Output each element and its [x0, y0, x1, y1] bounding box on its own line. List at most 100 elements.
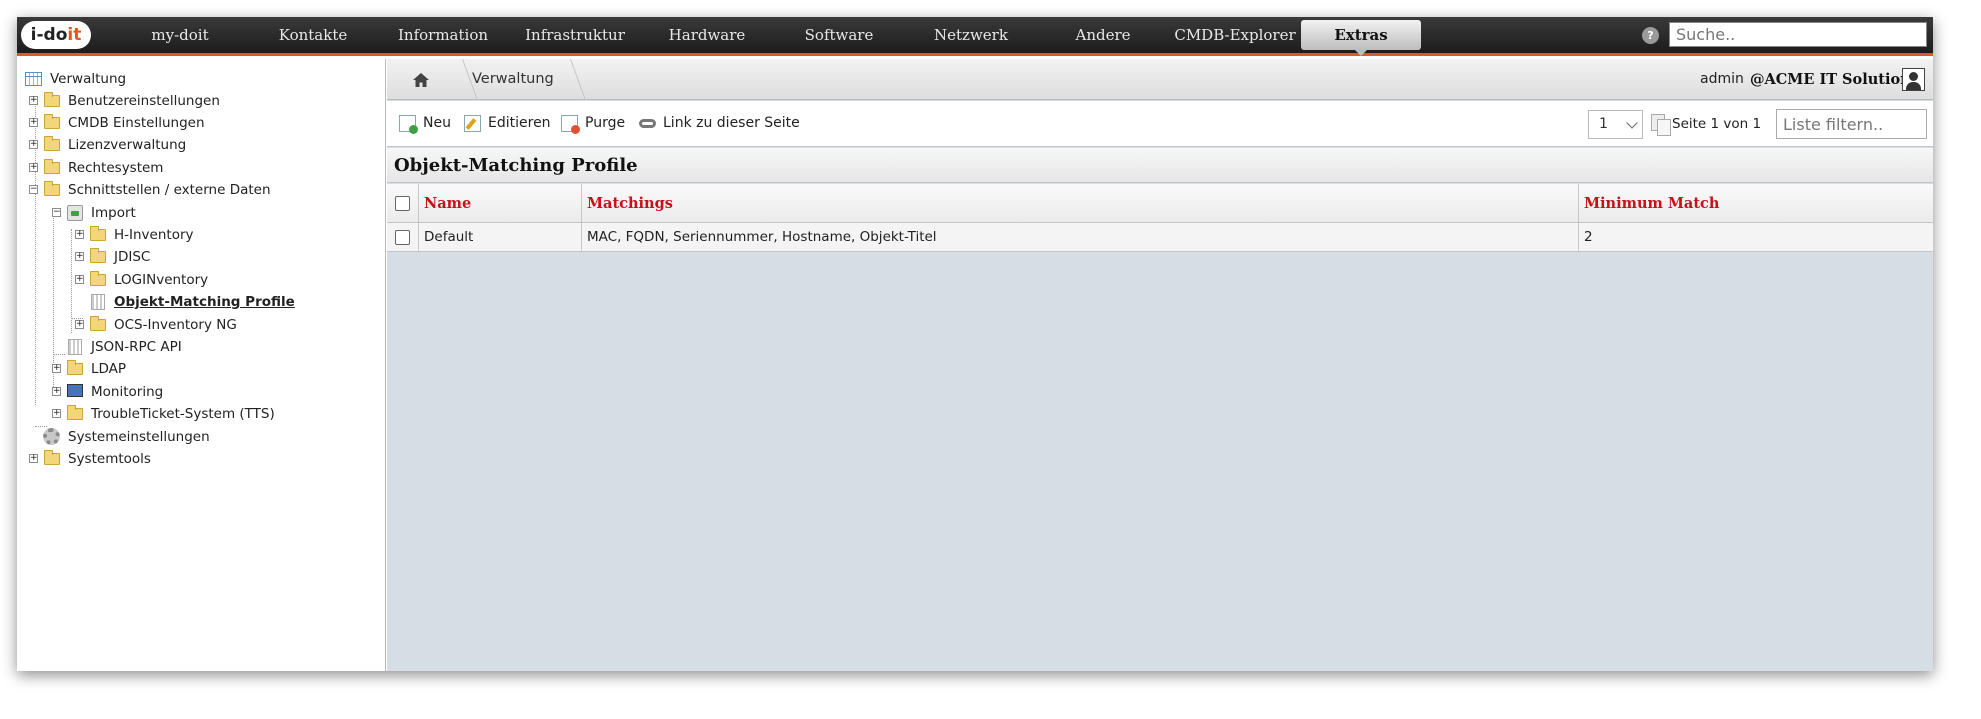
folder-icon: [44, 136, 60, 151]
pages-icon: [1651, 114, 1671, 136]
tree-label: Systemtools: [68, 451, 151, 467]
folder-icon: [90, 316, 106, 331]
table-icon: [25, 72, 42, 86]
edit-button-label: Editieren: [488, 115, 551, 131]
page-link-button[interactable]: Link zu dieser Seite: [639, 111, 800, 135]
profile-table: Name Matchings Minimum Match Default MAC…: [387, 184, 1933, 252]
tree-label: JDISC: [114, 249, 151, 265]
main-menu: my-doit Kontakte Information Infrastruktur H…: [111, 17, 1421, 56]
column-header-minimum-match[interactable]: Minimum Match: [1579, 184, 1933, 222]
folder-icon: [67, 405, 83, 420]
new-button[interactable]: Neu: [399, 111, 451, 135]
folder-icon: [90, 271, 106, 286]
purge-button[interactable]: Purge: [561, 111, 625, 135]
page-title: Objekt-Matching Profile: [387, 148, 1933, 183]
tenant-name[interactable]: @ACME IT Solutions: [1750, 59, 1919, 100]
search-input[interactable]: [1669, 22, 1927, 47]
expand-icon[interactable]: +: [29, 163, 38, 172]
new-button-label: Neu: [423, 115, 451, 131]
cell-name: Default: [419, 223, 582, 251]
tree-label: TroubleTicket-System (TTS): [91, 406, 275, 422]
tree-guide-line: [35, 426, 47, 427]
breadcrumb-home[interactable]: [387, 59, 453, 100]
tree-label: Monitoring: [91, 384, 164, 400]
expand-icon[interactable]: +: [29, 140, 38, 149]
expand-icon[interactable]: +: [75, 252, 84, 261]
expand-icon[interactable]: +: [29, 118, 38, 127]
folder-icon: [90, 226, 106, 241]
tree-guide-line: [53, 354, 65, 355]
column-header-name[interactable]: Name: [419, 184, 582, 222]
purge-icon: [561, 115, 580, 134]
avatar[interactable]: [1902, 68, 1925, 91]
nav-item-netzwerk[interactable]: Netzwerk: [905, 17, 1037, 53]
folder-icon: [67, 360, 83, 375]
tree-label: Objekt-Matching Profile: [114, 294, 295, 310]
tree-label: JSON-RPC API: [91, 339, 182, 355]
nav-item-software[interactable]: Software: [773, 17, 905, 53]
tree-label: LDAP: [91, 361, 127, 377]
top-navigation-bar: i-doit my-doit Kontakte Information Infrast…: [17, 17, 1933, 56]
page-info: Seite 1 von 1: [1672, 116, 1762, 132]
help-icon[interactable]: ?: [1642, 27, 1659, 44]
breadcrumb: Verwaltung admin @ACME IT Solutions: [387, 59, 1933, 100]
tree-label: Import: [91, 205, 136, 221]
nav-item-andere[interactable]: Andere: [1037, 17, 1169, 53]
tree-label: CMDB Einstellungen: [68, 115, 205, 131]
navigation-tree: Verwaltung + Benutzereinstellungen + CMD…: [17, 59, 386, 671]
expand-icon[interactable]: +: [29, 96, 38, 105]
chevron-down-icon: [1626, 117, 1638, 129]
app-window: i-doit my-doit Kontakte Information Infrast…: [17, 17, 1933, 671]
list-filter-input[interactable]: [1776, 109, 1927, 139]
nav-item-my-doit[interactable]: my-doit: [111, 17, 249, 53]
folder-icon: [44, 450, 60, 465]
nav-item-infrastruktur[interactable]: Infrastruktur: [509, 17, 641, 53]
tree-label: Benutzereinstellungen: [68, 93, 220, 109]
document-icon: [68, 339, 82, 355]
column-header-matchings[interactable]: Matchings: [582, 184, 1579, 222]
expand-icon[interactable]: +: [52, 409, 61, 418]
folder-icon: [44, 114, 60, 129]
row-checkbox[interactable]: [395, 230, 410, 245]
page-select[interactable]: 1: [1588, 110, 1643, 139]
nav-item-extras[interactable]: Extras: [1301, 20, 1421, 56]
nav-item-cmdb-explorer[interactable]: CMDB-Explorer: [1169, 17, 1301, 53]
tree-label: Lizenzverwaltung: [68, 137, 187, 153]
action-toolbar: Neu Editieren Purge Link zu dieser Seite…: [387, 101, 1933, 147]
nav-item-information[interactable]: Information: [377, 17, 509, 53]
user-name[interactable]: admin: [1700, 59, 1744, 100]
breadcrumb-item-verwaltung[interactable]: Verwaltung: [472, 59, 554, 100]
select-all-checkbox[interactable]: [395, 196, 410, 211]
expand-icon[interactable]: +: [75, 275, 84, 284]
tree-label: Systemeinstellungen: [68, 429, 210, 445]
folder-icon: [44, 159, 60, 174]
home-icon: [413, 73, 429, 87]
expand-icon[interactable]: +: [75, 320, 84, 329]
expand-icon[interactable]: +: [29, 454, 38, 463]
edit-button[interactable]: Editieren: [464, 111, 551, 135]
new-icon: [399, 115, 418, 134]
purge-button-label: Purge: [585, 115, 626, 131]
tree-label: OCS-Inventory NG: [114, 317, 237, 333]
tree-label: Rechtesystem: [68, 160, 164, 176]
select-all-cell: [387, 184, 419, 222]
row-select-cell: [387, 223, 419, 251]
tree-guide-line: [53, 209, 54, 387]
table-row[interactable]: Default MAC, FQDN, Seriennummer, Hostnam…: [387, 223, 1933, 252]
folder-icon: [90, 248, 106, 263]
nav-item-hardware[interactable]: Hardware: [641, 17, 773, 53]
collapse-icon[interactable]: −: [52, 208, 61, 217]
idoit-logo[interactable]: i-doit: [21, 21, 91, 49]
document-icon: [91, 294, 105, 310]
import-icon: [67, 205, 83, 221]
page-link-label: Link zu dieser Seite: [663, 115, 800, 131]
nav-item-kontakte[interactable]: Kontakte: [249, 17, 377, 53]
expand-icon[interactable]: +: [75, 230, 84, 239]
expand-icon[interactable]: +: [52, 387, 61, 396]
logo-prefix: i-do: [30, 25, 68, 45]
expand-icon[interactable]: +: [52, 364, 61, 373]
breadcrumb-separator: [559, 59, 586, 100]
edit-icon: [464, 115, 481, 132]
tree-label: H-Inventory: [114, 227, 194, 243]
collapse-icon[interactable]: −: [29, 185, 38, 194]
